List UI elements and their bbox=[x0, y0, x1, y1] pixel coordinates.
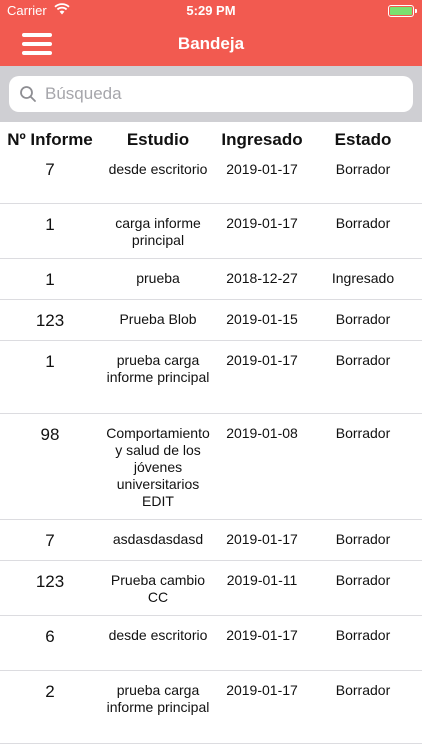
search-icon bbox=[19, 85, 37, 103]
row-estado: Borrador bbox=[335, 215, 391, 231]
status-bar: Carrier 5:29 PM bbox=[0, 0, 422, 22]
row-ingresado: 2018-12-27 bbox=[226, 270, 298, 286]
column-header-estudio: Estudio bbox=[126, 130, 190, 149]
row-numero: 7 bbox=[45, 531, 55, 550]
search-field[interactable] bbox=[9, 76, 413, 112]
table-row[interactable]: 1 carga informe principal 2019-01-17 Bor… bbox=[0, 204, 422, 259]
table-row[interactable]: 7 desde escritorio 2019-01-17 Borrador bbox=[0, 156, 422, 204]
report-list[interactable]: 7 desde escritorio 2019-01-17 Borrador 1… bbox=[0, 156, 422, 750]
table-row[interactable]: 1 prueba carga informe principal 2019-01… bbox=[0, 341, 422, 414]
row-estudio: prueba carga informe principal bbox=[106, 352, 210, 385]
nav-bar: Bandeja bbox=[0, 22, 422, 66]
row-estado: Borrador bbox=[335, 682, 391, 698]
table-header: Nº Informe Estudio Ingresado Estado bbox=[0, 122, 422, 156]
table-row[interactable]: 7 asdasdasdasd 2019-01-17 Borrador bbox=[0, 520, 422, 561]
row-ingresado: 2019-01-11 bbox=[226, 572, 298, 588]
row-numero: 6 bbox=[45, 627, 55, 646]
column-header-numero: Nº Informe bbox=[7, 130, 93, 149]
row-ingresado: 2019-01-08 bbox=[226, 425, 298, 441]
row-estudio: Prueba cambio CC bbox=[110, 572, 206, 605]
page-title: Bandeja bbox=[177, 34, 245, 53]
row-estado: Borrador bbox=[335, 425, 391, 441]
row-numero: 2 bbox=[45, 682, 55, 701]
row-estudio: asdasdasdasd bbox=[112, 531, 204, 547]
battery-icon bbox=[388, 5, 417, 17]
row-ingresado: 2019-01-17 bbox=[226, 161, 298, 177]
row-estudio: carga informe principal bbox=[115, 215, 201, 248]
row-ingresado: 2019-01-17 bbox=[226, 682, 298, 698]
row-estado: Borrador bbox=[335, 352, 391, 368]
row-estudio: Comportamiento y salud de los jóvenes un… bbox=[106, 425, 210, 509]
row-ingresado: 2019-01-17 bbox=[226, 531, 298, 547]
column-header-ingresado: Ingresado bbox=[221, 130, 303, 149]
table-row[interactable]: 123 Prueba Blob 2019-01-15 Borrador bbox=[0, 300, 422, 341]
row-estudio: prueba bbox=[136, 270, 180, 286]
row-ingresado: 2019-01-17 bbox=[226, 627, 298, 643]
row-estudio: desde escritorio bbox=[108, 161, 208, 177]
row-ingresado: 2019-01-15 bbox=[226, 311, 298, 327]
row-ingresado: 2019-01-17 bbox=[226, 215, 298, 231]
row-estudio: prueba carga informe principal bbox=[106, 682, 210, 715]
table-row[interactable]: 6 desde escritorio 2019-01-17 Borrador bbox=[0, 616, 422, 671]
row-numero: 98 bbox=[40, 425, 60, 444]
row-estudio: Prueba Blob bbox=[119, 311, 197, 327]
row-estado: Borrador bbox=[335, 572, 391, 588]
search-bar bbox=[0, 66, 422, 122]
row-numero: 1 bbox=[45, 215, 55, 234]
row-ingresado: 2019-01-17 bbox=[226, 352, 298, 368]
clock: 5:29 PM bbox=[186, 3, 236, 18]
row-numero: 123 bbox=[35, 311, 65, 330]
table-row[interactable]: 2 prueba carga informe principal 2019-01… bbox=[0, 671, 422, 744]
row-numero: 1 bbox=[45, 270, 55, 289]
search-input[interactable] bbox=[45, 81, 405, 107]
row-numero: 7 bbox=[45, 160, 55, 179]
table-row[interactable]: 123 Prueba cambio CC 2019-01-11 Borrador bbox=[0, 561, 422, 616]
row-numero: 1 bbox=[45, 352, 55, 371]
row-estado: Borrador bbox=[335, 161, 391, 177]
row-estudio: desde escritorio bbox=[108, 627, 208, 643]
row-estado: Ingresado bbox=[331, 270, 395, 286]
row-estado: Borrador bbox=[335, 531, 391, 547]
row-estado: Borrador bbox=[335, 311, 391, 327]
row-estado: Borrador bbox=[335, 627, 391, 643]
table-row[interactable]: 1 prueba 2018-12-27 Ingresado bbox=[0, 259, 422, 300]
table-row[interactable]: 98 Comportamiento y salud de los jóvenes… bbox=[0, 414, 422, 520]
column-header-estado: Estado bbox=[334, 130, 392, 149]
row-numero: 123 bbox=[35, 572, 65, 591]
